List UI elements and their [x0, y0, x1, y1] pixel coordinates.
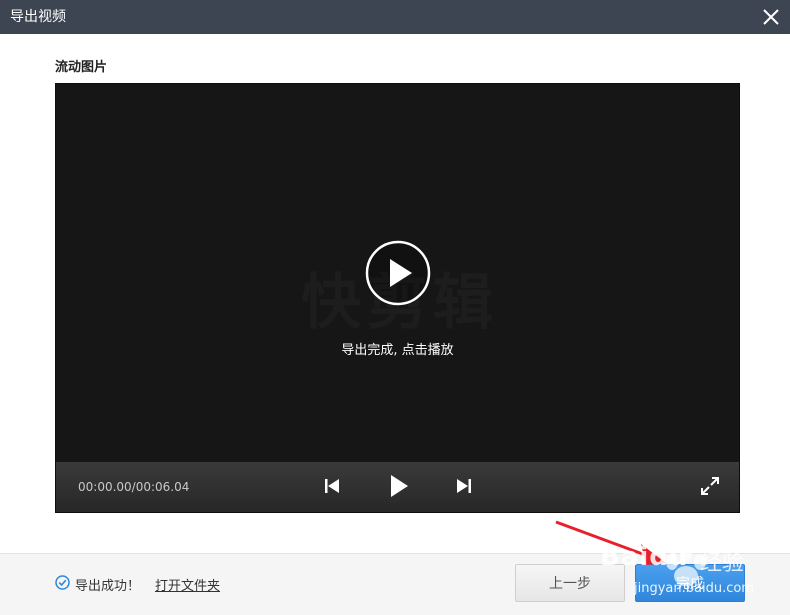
- close-icon[interactable]: [758, 4, 784, 30]
- section-label: 流动图片: [55, 60, 108, 75]
- watermark-cn-text: 经验: [700, 551, 745, 576]
- export-status-text: 导出成功！: [75, 579, 141, 594]
- open-folder-link[interactable]: 打开文件夹: [155, 575, 220, 594]
- fullscreen-icon[interactable]: [700, 476, 720, 496]
- video-player[interactable]: 快剪辑 导出完成, 点击播放 00:00.00/00:06.04: [55, 83, 740, 513]
- playback-time: 00:00.00/00:06.04: [78, 480, 190, 494]
- skip-next-icon[interactable]: [456, 477, 472, 495]
- title-bar: 导出视频: [0, 0, 790, 34]
- player-controls: 00:00.00/00:06.04: [56, 462, 739, 512]
- window-title: 导出视频: [10, 9, 66, 25]
- play-icon[interactable]: [389, 474, 409, 498]
- watermark-url: jingyan.baidu.com: [634, 581, 754, 596]
- skip-previous-icon[interactable]: [324, 477, 340, 495]
- watermark-brand: Baidu: [600, 542, 689, 572]
- play-circle-icon[interactable]: [365, 240, 431, 306]
- export-complete-message: 导出完成, 点击播放: [341, 343, 454, 358]
- check-circle-icon: [55, 575, 70, 590]
